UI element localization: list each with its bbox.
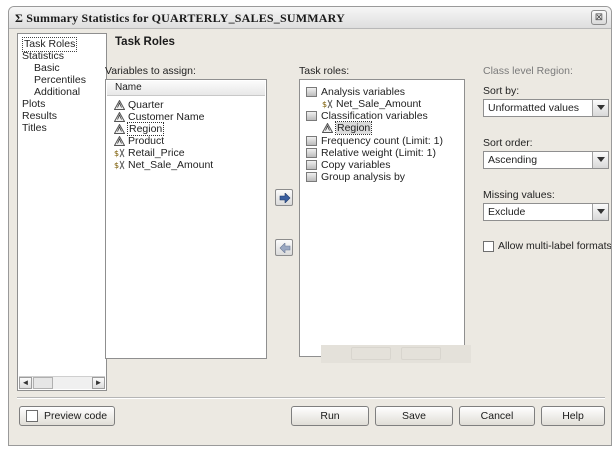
- divider: [17, 397, 605, 399]
- variable-name: Region: [126, 122, 165, 136]
- task-role-label: Region: [334, 121, 373, 135]
- sort-order-label: Sort order:: [483, 137, 533, 149]
- variables-to-assign-label: Variables to assign:: [105, 65, 196, 77]
- arrow-right-icon: [279, 193, 291, 203]
- sort-order-select[interactable]: Ascending: [483, 151, 609, 169]
- task-role-label: Copy variables: [321, 159, 391, 171]
- missing-values-label: Missing values:: [483, 189, 555, 201]
- variable-name: Net_Sale_Amount: [128, 159, 214, 171]
- task-role-item[interactable]: Group analysis by: [306, 171, 405, 183]
- numeric-variable-icon: $: [114, 161, 125, 170]
- classification-icon: [306, 111, 317, 122]
- task-role-item[interactable]: Classification variables: [306, 110, 428, 122]
- list-item[interactable]: Region: [114, 122, 165, 136]
- scroll-thumb[interactable]: [33, 377, 53, 389]
- task-role-label: Relative weight (Limit: 1): [321, 147, 436, 159]
- help-label: Help: [562, 410, 584, 422]
- allow-multilabel-label: Allow multi-label formats: [498, 240, 612, 252]
- task-role-label: Classification variables: [321, 110, 428, 122]
- close-icon[interactable]: ⊠: [591, 10, 607, 25]
- missing-values-select[interactable]: Exclude: [483, 203, 609, 221]
- variable-name: Quarter: [128, 99, 164, 111]
- nav-item-titles[interactable]: Titles: [22, 122, 47, 135]
- task-role-label: Group analysis by: [321, 171, 406, 183]
- copy-icon: [306, 160, 317, 171]
- chevron-down-icon[interactable]: [592, 152, 608, 168]
- preview-code-button[interactable]: Preview code: [19, 406, 115, 426]
- remove-from-role-button[interactable]: [275, 239, 293, 256]
- task-role-item[interactable]: Analysis variables: [306, 86, 405, 98]
- group-icon: [306, 172, 317, 183]
- preview-code-icon: [26, 410, 38, 422]
- svg-text:$: $: [114, 161, 119, 170]
- task-role-label: Analysis variables: [321, 86, 406, 98]
- run-label: Run: [320, 410, 340, 422]
- variable-name: Retail_Price: [128, 147, 185, 159]
- task-role-label: Frequency count (Limit: 1): [321, 135, 443, 147]
- frequency-icon: [306, 136, 317, 147]
- task-roles-tree[interactable]: Analysis variables $ Net_Sale_Amount Classi…: [299, 79, 465, 357]
- cancel-button[interactable]: Cancel: [459, 406, 535, 426]
- variables-listbox[interactable]: Name Quarter Customer Name Region Product $ R…: [105, 79, 267, 359]
- numeric-variable-icon: $: [322, 100, 333, 109]
- svg-text:$: $: [114, 149, 119, 158]
- list-item[interactable]: $ Retail_Price: [114, 147, 185, 159]
- character-variable-icon: [114, 136, 125, 147]
- sort-by-value: Unformatted values: [488, 102, 580, 114]
- list-item[interactable]: Customer Name: [114, 111, 204, 123]
- class-level-heading: Class level Region:: [483, 65, 573, 77]
- window-title: Σ Summary Statistics for QUARTERLY_SALES…: [15, 11, 345, 25]
- analysis-icon: [306, 87, 317, 98]
- navigation-panel: Task Roles Statistics Basic Percentiles …: [17, 33, 107, 391]
- task-role-item[interactable]: Relative weight (Limit: 1): [306, 147, 436, 159]
- task-roles-label: Task roles:: [299, 65, 350, 77]
- page-title: Task Roles: [115, 36, 175, 48]
- scroll-right-icon[interactable]: ►: [92, 377, 105, 389]
- weight-icon: [306, 148, 317, 159]
- save-label: Save: [402, 410, 426, 422]
- task-role-label: Net_Sale_Amount: [336, 98, 422, 110]
- allow-multilabel-checkbox[interactable]: [483, 241, 494, 252]
- task-role-item[interactable]: Copy variables: [306, 159, 390, 171]
- variable-name: Customer Name: [128, 111, 205, 123]
- chevron-down-icon[interactable]: [592, 100, 608, 116]
- sort-by-select[interactable]: Unformatted values: [483, 99, 609, 117]
- assigned-variable[interactable]: Region: [322, 121, 373, 135]
- character-variable-icon: [114, 124, 125, 135]
- svg-text:$: $: [322, 100, 327, 109]
- run-button[interactable]: Run: [291, 406, 369, 426]
- help-button[interactable]: Help: [541, 406, 605, 426]
- list-item[interactable]: Product: [114, 135, 164, 147]
- missing-values-value: Exclude: [488, 206, 526, 218]
- preview-code-label: Preview code: [44, 410, 108, 422]
- variable-name: Product: [128, 135, 165, 147]
- task-role-item[interactable]: Frequency count (Limit: 1): [306, 135, 443, 147]
- assigned-variable[interactable]: $ Net_Sale_Amount: [322, 98, 421, 110]
- sort-by-label: Sort by:: [483, 85, 520, 97]
- list-item[interactable]: Quarter: [114, 99, 164, 111]
- role-order-buttons-disabled: [321, 345, 471, 363]
- title-bar: Σ Summary Statistics for QUARTERLY_SALES…: [9, 7, 611, 29]
- character-variable-icon: [114, 112, 125, 123]
- summary-statistics-dialog: Σ Summary Statistics for QUARTERLY_SALES…: [8, 6, 612, 446]
- nav-horizontal-scrollbar[interactable]: ◄ ►: [19, 376, 105, 389]
- character-variable-icon: [114, 100, 125, 111]
- character-variable-icon: [322, 123, 333, 134]
- arrow-left-icon: [279, 243, 291, 253]
- chevron-down-icon[interactable]: [592, 204, 608, 220]
- numeric-variable-icon: $: [114, 149, 125, 158]
- list-item[interactable]: $ Net_Sale_Amount: [114, 159, 213, 171]
- save-button[interactable]: Save: [375, 406, 453, 426]
- cancel-label: Cancel: [480, 410, 514, 422]
- scroll-left-icon[interactable]: ◄: [19, 377, 32, 389]
- add-to-role-button[interactable]: [275, 189, 293, 206]
- name-column-header[interactable]: Name: [107, 81, 265, 96]
- sort-order-value: Ascending: [488, 154, 538, 166]
